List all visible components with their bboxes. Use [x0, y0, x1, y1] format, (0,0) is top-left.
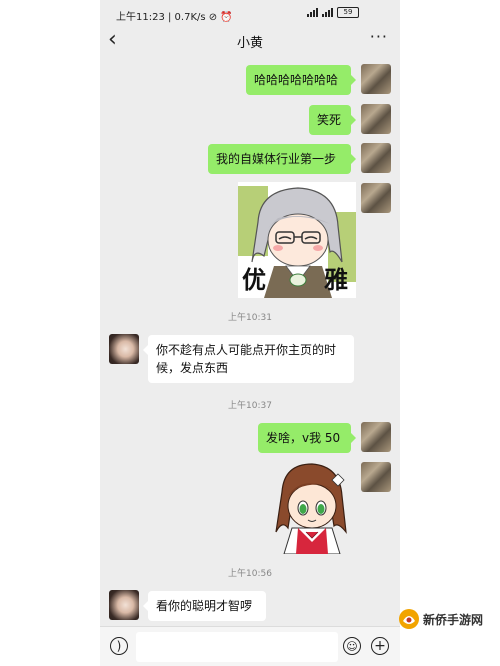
sticker-caption-left: 优: [242, 266, 266, 294]
message-text: 哈哈哈哈哈哈哈: [254, 73, 339, 87]
avatar-contact[interactable]: [109, 590, 139, 620]
battery-icon: 59: [337, 7, 359, 18]
message-bubble-sent[interactable]: 哈哈哈哈哈哈哈: [246, 65, 356, 95]
watermark-logo-icon: [399, 609, 419, 629]
watermark-text: 新侨手游网: [423, 612, 484, 627]
avatar-self[interactable]: [361, 422, 391, 452]
message-text: 看你的聪明才智啰: [156, 599, 253, 613]
status-icons: 59: [307, 7, 359, 18]
timestamp: 上午10:56: [228, 569, 272, 579]
site-watermark: 新侨手游网: [398, 604, 500, 634]
more-dots-icon[interactable]: ···: [370, 27, 388, 46]
chat-screen: 上午11:23 | 0.7K/s ⊘ ⏰ 59 ‹ 小黄 ··· 哈哈哈哈哈哈哈…: [100, 0, 400, 666]
status-bar: 上午11:23 | 0.7K/s ⊘ ⏰ 59: [100, 0, 400, 26]
anime-girl-sticker-image: [275, 463, 347, 555]
emoji-icon[interactable]: ☺: [343, 637, 361, 655]
input-bar: ) ☺ +: [100, 626, 400, 666]
message-text: 你不趁有点人可能点开你主页的时候，发点东西: [156, 343, 337, 375]
chat-header: ‹ 小黄 ···: [100, 26, 400, 56]
anime-boy-sticker-image: 优 雅: [238, 182, 356, 298]
signal-icon-2: [322, 8, 333, 17]
message-bubble-received[interactable]: 看你的聪明才智啰: [143, 591, 266, 621]
message-input[interactable]: [136, 632, 338, 662]
avatar-self[interactable]: [361, 104, 391, 134]
sticker-elegant[interactable]: 优 雅: [238, 182, 356, 298]
signal-icon: [307, 8, 318, 17]
plus-icon[interactable]: +: [371, 637, 389, 655]
message-text: 发啥，v我 50: [266, 431, 341, 445]
message-text: 笑死: [317, 113, 342, 127]
sticker-anime-girl[interactable]: [268, 462, 352, 555]
message-bubble-sent[interactable]: 笑死: [309, 105, 356, 135]
sticker-caption-right: 雅: [324, 266, 348, 294]
chat-title: 小黄: [236, 36, 263, 51]
message-bubble-sent[interactable]: 我的自媒体行业第一步: [208, 144, 356, 174]
voice-icon[interactable]: ): [110, 637, 128, 655]
avatar-self[interactable]: [361, 462, 391, 492]
message-bubble-sent[interactable]: 发啥，v我 50: [258, 423, 356, 453]
timestamp: 上午10:37: [228, 401, 272, 411]
message-text: 我的自媒体行业第一步: [216, 152, 337, 166]
message-bubble-received[interactable]: 你不趁有点人可能点开你主页的时候，发点东西: [143, 335, 354, 383]
battery-level: 59: [343, 8, 353, 16]
status-time: 上午11:23 | 0.7K/s ⊘ ⏰: [116, 12, 233, 23]
avatar-self[interactable]: [361, 143, 391, 173]
avatar-self[interactable]: [361, 183, 391, 213]
avatar-contact[interactable]: [109, 334, 139, 364]
timestamp: 上午10:31: [228, 313, 272, 323]
avatar-self[interactable]: [361, 64, 391, 94]
